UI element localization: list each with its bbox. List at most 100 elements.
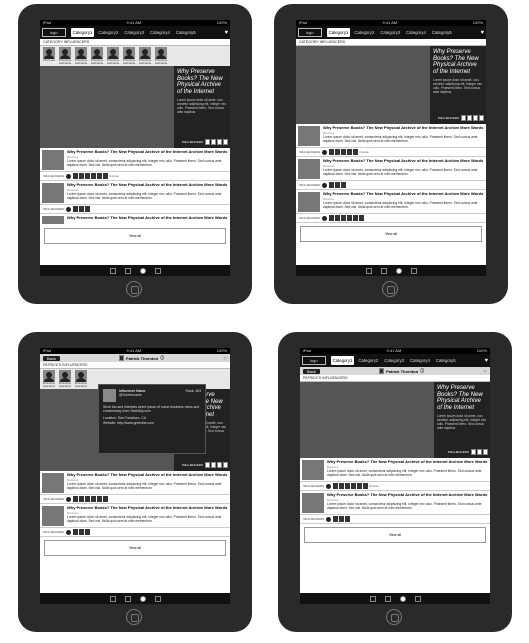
article-thumbnail	[42, 506, 64, 526]
influencer-avatar[interactable]: First Last	[42, 47, 56, 65]
article-item[interactable]: Why Preserve Books? The New Physical Arc…	[40, 214, 230, 225]
influencer-thumb[interactable]	[217, 139, 222, 145]
section-label[interactable]: PATRICK'S INFLUENCERS	[300, 375, 490, 382]
article-item[interactable]: Why Preserve Books? The New Physical Arc…	[40, 181, 230, 204]
person-icon	[75, 370, 87, 382]
tab-category1[interactable]: Category1	[70, 28, 95, 37]
article-item[interactable]: Why Preserve Books? The New Physical Arc…	[296, 190, 486, 213]
article-item[interactable]: Why Preserve Books? The New Physical Arc…	[40, 148, 230, 171]
info-icon[interactable]: ⓘ	[420, 368, 424, 374]
tab-category3[interactable]: Category3	[382, 356, 406, 365]
heart-icon[interactable]: ♥	[484, 358, 488, 364]
article-influencers: INFLUENCERS 3 more	[296, 147, 486, 157]
article-item[interactable]: Why Preserve Books? The New Physical Arc…	[300, 458, 490, 481]
article-item[interactable]: Why Preserve Books? The New Physical Arc…	[40, 471, 230, 494]
article-influencers: INFLUENCERS	[40, 527, 230, 537]
home-button[interactable]	[126, 281, 142, 297]
more-link[interactable]: 3 more	[109, 174, 118, 178]
screen-3: iPad 9:41 AM 100% Back Patrick Thornton ⓘ ♡…	[40, 348, 230, 604]
logo[interactable]: logo	[302, 356, 326, 365]
article-thumbnail	[42, 183, 64, 203]
top-nav: logo Category1 Category2 Category3 Categ…	[40, 26, 230, 39]
home-button[interactable]	[126, 609, 142, 625]
tab-category2[interactable]: Category2	[356, 356, 380, 365]
influencer-avatar[interactable]: Firstname Lastname	[74, 47, 88, 65]
feature-title[interactable]: Why Preserve Books? The New Physical Arc…	[177, 69, 227, 95]
feature-influencers: INFLUENCERS	[182, 139, 228, 145]
article-influencers: INFLUENCERS	[40, 204, 230, 214]
tab-category3[interactable]: Category3	[122, 28, 146, 37]
tab-category3[interactable]: Category3	[378, 28, 402, 37]
article-item[interactable]: Why Preserve Books? The New Physical Arc…	[296, 157, 486, 180]
article-item[interactable]: Why Preserve Books? The New Physical Arc…	[40, 504, 230, 527]
section-label[interactable]: CATEGORY INFLUENCERS	[296, 39, 486, 46]
screen-2: iPad 9:41 AM 100% logo Category1 Categor…	[296, 20, 486, 276]
influencer-avatar[interactable]: Firstname Lastname	[122, 47, 136, 65]
article-thumbnail	[298, 126, 320, 146]
article-title[interactable]: Why Preserve Books? The New Physical Arc…	[67, 149, 228, 159]
view-all-button[interactable]: View all	[304, 527, 486, 543]
influencer-thumb[interactable]	[211, 139, 216, 145]
feature-story[interactable]: Why Preserve Books? The New Physical Arc…	[40, 66, 230, 148]
influencer-popover[interactable]: Influencer Name @Screenname Rank: 463 Sh…	[98, 384, 206, 454]
tab-icon[interactable]	[154, 267, 161, 274]
influencer-avatar[interactable]: Firstname Lastname	[106, 47, 120, 65]
article-title[interactable]: Why Preserve Books? The New Physical Arc…	[67, 182, 228, 192]
logo[interactable]: logo	[298, 28, 322, 37]
article-item[interactable]: Why Preserve Books? The New Physical Arc…	[300, 491, 490, 514]
ipad-frame-4: iPad 9:41 AM 100% logo Category1 Category2…	[278, 332, 512, 632]
person-icon	[59, 47, 71, 59]
home-button[interactable]	[382, 281, 398, 297]
article-thumbnail	[298, 192, 320, 212]
feature-influencers: INFLUENCERS	[182, 462, 228, 468]
article-item[interactable]: Why Preserve Books? The New Physical Arc…	[296, 124, 486, 147]
view-all-button[interactable]: View all	[44, 540, 226, 556]
influencer-thumb[interactable]	[205, 139, 210, 145]
tab-icon-active[interactable]	[139, 267, 146, 274]
popover-website[interactable]: Website: http://www.greenlist.com	[103, 421, 201, 425]
article-influencers: INFLUENCERS 3 more	[300, 481, 490, 491]
popover-bio: Short bio and interests lorem ipsum of s…	[103, 405, 200, 414]
influencer-thumb[interactable]	[223, 139, 228, 145]
tab-category5[interactable]: Category5	[174, 28, 198, 37]
heart-icon[interactable]: ♥	[480, 30, 484, 36]
influencer-avatar[interactable]: Firstname Lastname	[138, 47, 152, 65]
tab-category2[interactable]: Category2	[352, 28, 376, 37]
section-label: PATRICK'S INFLUENCERS	[40, 362, 230, 369]
heart-icon[interactable]: ♡	[223, 356, 227, 361]
article-body: Lorem ipsum dolor sit amet, consectetur …	[67, 192, 222, 201]
feature-story[interactable]: Why Preserve Books? The New Physical Arc…	[300, 382, 490, 458]
tab-category1[interactable]: Category1	[326, 28, 351, 37]
tab-icon[interactable]	[109, 267, 116, 274]
article-influencers: INFLUENCERS	[40, 494, 230, 504]
tab-icon[interactable]	[124, 267, 131, 274]
heart-icon[interactable]: ♡	[483, 369, 487, 374]
view-all-button[interactable]: View all	[300, 226, 482, 242]
heart-icon[interactable]: ♥	[224, 30, 228, 36]
tab-category4[interactable]: Category4	[404, 28, 428, 37]
home-button[interactable]	[386, 609, 402, 625]
logo[interactable]: logo	[42, 28, 66, 37]
tab-category5[interactable]: Category5	[430, 28, 454, 37]
article-title[interactable]: Why Preserve Books? The New Physical Arc…	[67, 215, 227, 221]
back-button[interactable]: Back	[303, 368, 320, 374]
person-icon	[139, 47, 151, 59]
avatar	[103, 389, 116, 402]
article-thumbnail	[298, 159, 320, 179]
tab-category2[interactable]: Category2	[96, 28, 120, 37]
article-influencers: INFLUENCERS	[296, 180, 486, 190]
article-thumbnail	[42, 150, 64, 170]
view-all-button[interactable]: View all	[44, 228, 226, 244]
tab-category4[interactable]: Category4	[148, 28, 172, 37]
tab-category4[interactable]: Category4	[408, 356, 432, 365]
influencer-avatar[interactable]: Firstname Lastname	[154, 47, 168, 65]
tab-category1[interactable]: Category1	[330, 356, 355, 365]
clock: 9:41 AM	[126, 20, 142, 25]
influencer-avatar[interactable]: Firstname Lastname	[90, 47, 104, 65]
profile-name: Patrick Thornton ⓘ	[379, 368, 424, 374]
info-icon[interactable]: ⓘ	[160, 355, 164, 361]
influencer-avatar[interactable]: Firstname Lastname	[58, 47, 72, 65]
feature-story[interactable]: Why Preserve Books? The New Physical Arc…	[296, 46, 486, 124]
tab-category5[interactable]: Category5	[434, 356, 458, 365]
back-button[interactable]: Back	[43, 355, 60, 361]
